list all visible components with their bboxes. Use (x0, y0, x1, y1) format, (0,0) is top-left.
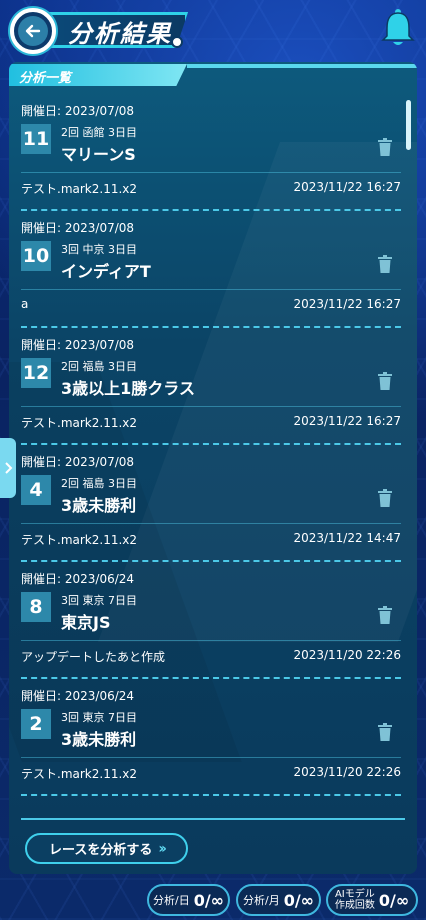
trash-icon[interactable] (377, 723, 393, 741)
analysis-timestamp: 2023/11/20 22:26 (293, 765, 401, 779)
daily-analysis-label: 分析/日 (152, 894, 190, 907)
race-date: 開催日: 2023/07/08 (21, 104, 135, 118)
analysis-timestamp: 2023/11/22 16:27 (293, 297, 401, 311)
item-divider (21, 289, 401, 290)
bell-icon[interactable] (380, 8, 416, 48)
back-button[interactable] (10, 8, 56, 54)
trash-icon[interactable] (377, 255, 393, 273)
analysis-timestamp: 2023/11/22 14:47 (293, 531, 401, 545)
ai-model-label: AIモデル 作成回数 (335, 889, 375, 911)
item-divider (21, 640, 401, 641)
race-date: 開催日: 2023/07/08 (21, 455, 135, 469)
race-name: マリーンS (61, 145, 136, 164)
analysis-timestamp: 2023/11/22 16:27 (293, 414, 401, 428)
analysis-list[interactable]: 開催日: 2023/07/08 11 2回 函館 3日目 マリーンS テスト.m… (9, 94, 417, 806)
list-item[interactable]: 開催日: 2023/07/08 12 2回 福島 3日目 3歳以上1勝クラス テ… (21, 328, 401, 445)
daily-analysis-value: 0/∞ (193, 890, 225, 910)
race-date: 開催日: 2023/06/24 (21, 689, 135, 703)
trash-icon[interactable] (377, 606, 393, 624)
item-divider (21, 406, 401, 407)
trash-icon[interactable] (377, 489, 393, 507)
analysis-list-panel: 分析一覧 開催日: 2023/07/08 11 2回 函館 3日目 マリーンS … (9, 62, 417, 874)
list-item[interactable]: 開催日: 2023/07/08 11 2回 函館 3日目 マリーンS テスト.m… (21, 94, 401, 211)
panel-top-line (187, 64, 417, 68)
race-number: 10 (21, 241, 51, 271)
list-bottom-divider (21, 818, 405, 820)
analysis-memo: テスト.mark2.11.x2 (21, 416, 138, 430)
double-chevron-right-icon: ›› (158, 840, 166, 857)
race-meta: 3回 東京 7日目 (61, 711, 137, 724)
item-divider (21, 523, 401, 524)
ai-model-label-line1: AIモデル (334, 889, 375, 900)
race-name: 3歳以上1勝クラス (61, 379, 195, 398)
monthly-analysis-value: 0/∞ (283, 890, 315, 910)
list-item[interactable]: 開催日: 2023/06/24 2 3回 東京 7日目 3歳未勝利 テスト.ma… (21, 679, 401, 796)
race-date: 開催日: 2023/07/08 (21, 338, 135, 352)
analyze-race-button[interactable]: レースを分析する ›› (25, 833, 188, 864)
ai-model-label-line2: 作成回数 (334, 900, 375, 911)
analyze-race-button-label: レースを分析する (49, 843, 153, 858)
race-name: インディアT (61, 262, 151, 281)
side-drawer-tab[interactable] (0, 438, 16, 498)
monthly-analysis-counter: 分析/月 0/∞ (236, 884, 321, 916)
title-dot (171, 36, 183, 48)
monthly-analysis-label: 分析/月 (242, 894, 280, 907)
race-meta: 3回 東京 7日目 (61, 594, 137, 607)
race-number: 11 (21, 124, 51, 154)
item-divider (21, 757, 401, 758)
race-meta: 3回 中京 3日目 (61, 243, 137, 256)
list-item[interactable]: 開催日: 2023/07/08 4 2回 福島 3日目 3歳未勝利 テスト.ma… (21, 445, 401, 562)
ai-model-counter: AIモデル 作成回数 0/∞ (326, 884, 418, 916)
race-number: 8 (21, 592, 51, 622)
analysis-memo: テスト.mark2.11.x2 (21, 767, 138, 781)
analysis-memo: a (21, 297, 29, 311)
panel-tab: 分析一覧 (9, 64, 187, 86)
chevron-right-icon (5, 462, 13, 474)
list-item[interactable]: 開催日: 2023/07/08 10 3回 中京 3日目 インディアT a 20… (21, 211, 401, 328)
scrollbar-thumb[interactable] (406, 100, 411, 150)
analysis-timestamp: 2023/11/22 16:27 (293, 180, 401, 194)
page-title: 分析結果 (68, 20, 172, 48)
race-name: 3歳未勝利 (61, 730, 137, 749)
list-item[interactable]: 開催日: 2023/06/24 8 3回 東京 7日目 東京JS アップデートし… (21, 562, 401, 679)
ai-model-value: 0/∞ (378, 890, 410, 910)
analysis-timestamp: 2023/11/20 22:26 (293, 648, 401, 662)
analysis-memo: テスト.mark2.11.x2 (21, 533, 138, 547)
race-meta: 2回 函館 3日目 (61, 126, 137, 139)
race-name: 3歳未勝利 (61, 496, 137, 515)
daily-analysis-counter: 分析/日 0/∞ (147, 884, 230, 916)
race-number: 4 (21, 475, 51, 505)
trash-icon[interactable] (377, 138, 393, 156)
race-date: 開催日: 2023/07/08 (21, 221, 135, 235)
analysis-memo: テスト.mark2.11.x2 (21, 182, 138, 196)
race-meta: 2回 福島 3日目 (61, 477, 137, 490)
back-arrow-icon (18, 16, 48, 46)
race-name: 東京JS (61, 613, 111, 632)
dashed-divider (21, 794, 401, 796)
item-divider (21, 172, 401, 173)
race-number: 12 (21, 358, 51, 388)
analysis-memo: アップデートしたあと作成 (21, 650, 166, 664)
trash-icon[interactable] (377, 372, 393, 390)
race-date: 開催日: 2023/06/24 (21, 572, 135, 586)
race-number: 2 (21, 709, 51, 739)
panel-tab-label: 分析一覧 (19, 71, 72, 86)
race-meta: 2回 福島 3日目 (61, 360, 137, 373)
